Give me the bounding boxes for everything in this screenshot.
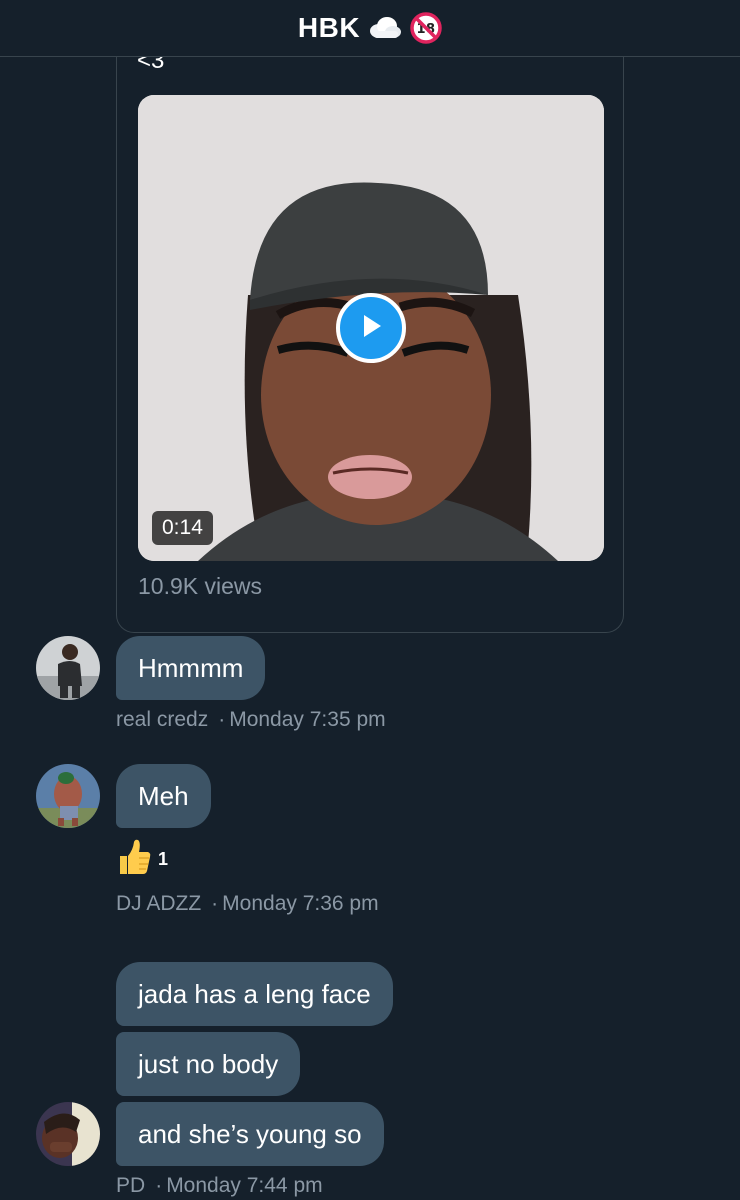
sender-name[interactable]: real credz <box>116 708 208 731</box>
conversation-header: HBK 18 <box>0 0 740 57</box>
view-count: 10.9K views <box>138 573 263 599</box>
message-bubble[interactable]: Meh <box>116 764 211 828</box>
meta-separator: · <box>155 1174 163 1197</box>
avatar-real-credz[interactable] <box>36 636 100 700</box>
avatar-image <box>36 764 100 828</box>
message-bubble[interactable]: jada has a leng face <box>116 962 393 1026</box>
message-time: Monday 7:44 pm <box>166 1174 323 1197</box>
avatar-image <box>36 1102 100 1166</box>
message-meta: real credz · Monday 7:35 pm <box>116 708 386 732</box>
avatar-image <box>36 636 100 700</box>
conversation-title-group[interactable]: HBK 18 <box>298 12 442 44</box>
message-meta: DJ ADZZ · Monday 7:36 pm <box>116 892 379 916</box>
video-duration: 0:14 <box>152 511 213 545</box>
reaction-summary[interactable]: 1 <box>116 838 168 881</box>
message-bubble[interactable]: just no body <box>116 1032 301 1096</box>
no-under-18-icon: 18 <box>410 12 442 44</box>
avatar-dj-adzz[interactable] <box>36 764 100 828</box>
video-thumbnail[interactable]: 0:14 <box>138 95 604 561</box>
meta-separator: · <box>211 892 219 915</box>
play-button[interactable] <box>336 293 406 363</box>
sender-name[interactable]: PD <box>116 1174 145 1197</box>
message-bubble[interactable]: Hmmmm <box>116 636 266 700</box>
message-bubble[interactable]: and she’s young so <box>116 1102 384 1166</box>
conversation-title: HBK <box>297 12 361 43</box>
meta-separator: · <box>218 708 226 731</box>
message-time: Monday 7:36 pm <box>222 892 379 915</box>
message-meta: PD · Monday 7:44 pm <box>116 1174 323 1198</box>
message-time: Monday 7:35 pm <box>229 708 386 731</box>
reaction-count: 1 <box>158 849 169 869</box>
avatar-pd[interactable] <box>36 1102 100 1166</box>
thumbs-up-icon <box>116 838 152 881</box>
cloud-icon <box>368 16 402 40</box>
shared-tweet-card[interactable]: <3 0:14 10.9K views <box>116 20 624 633</box>
play-icon <box>358 312 384 345</box>
sender-name[interactable]: DJ ADZZ <box>116 892 201 915</box>
